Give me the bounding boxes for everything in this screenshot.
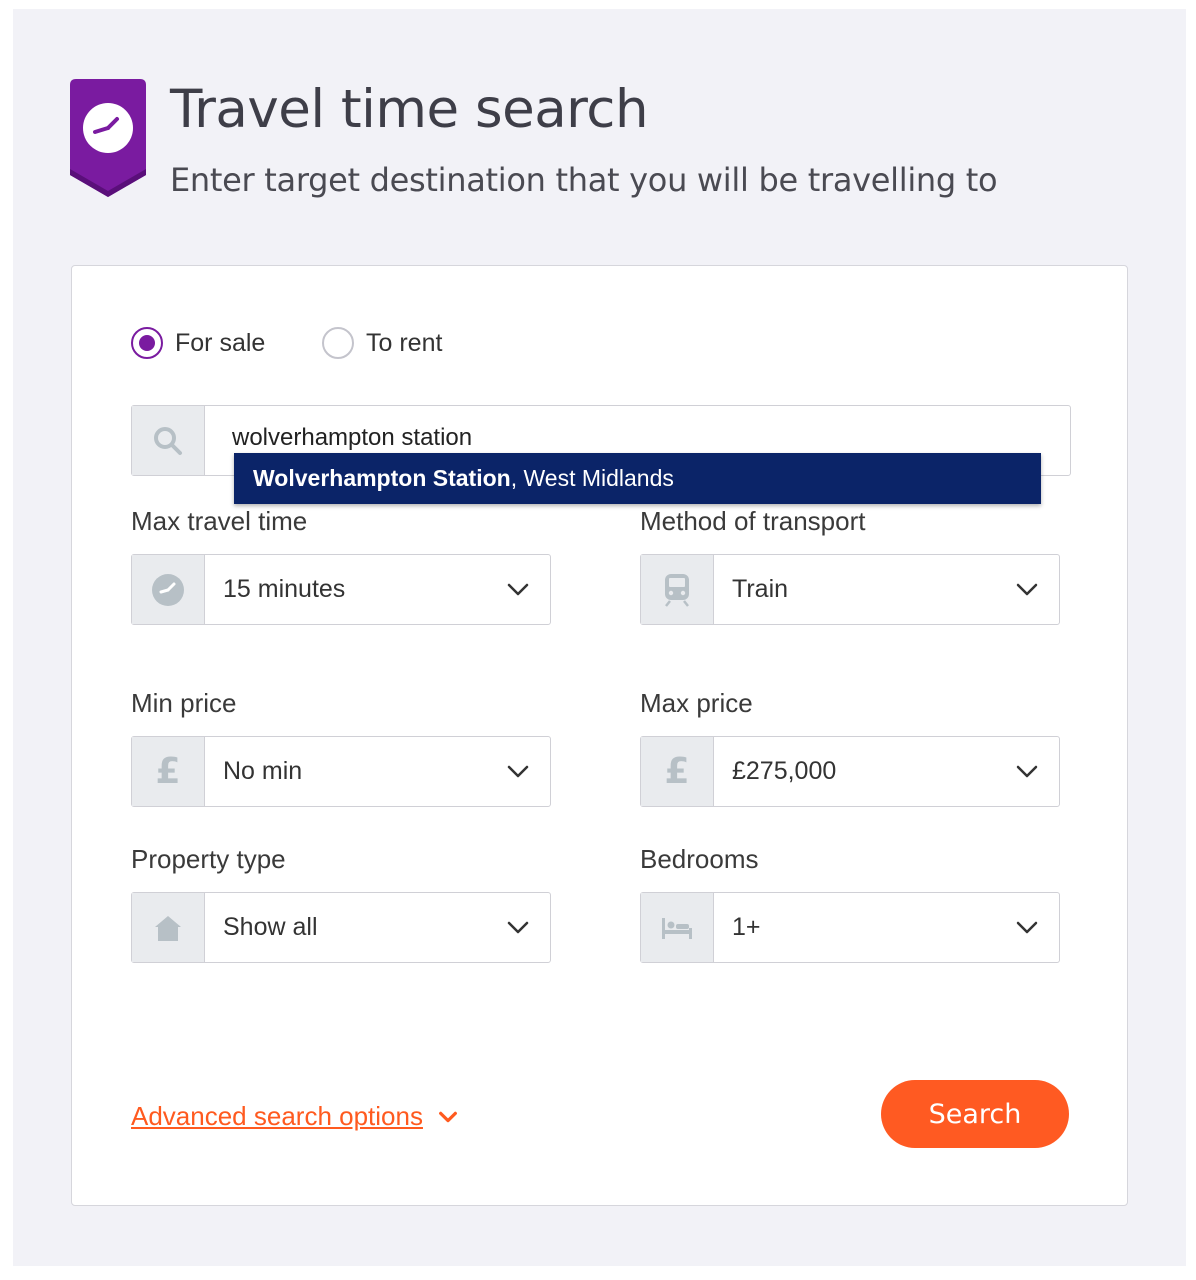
property-type-value: Show all bbox=[223, 913, 318, 941]
radio-to-rent-label: To rent bbox=[366, 328, 443, 357]
max-travel-time-value: 15 minutes bbox=[223, 575, 346, 603]
max-price-value: £275,000 bbox=[732, 757, 837, 785]
search-addon bbox=[132, 406, 205, 475]
house-icon bbox=[155, 915, 181, 941]
advanced-search-options-label: Advanced search options bbox=[131, 1101, 423, 1131]
max-price-label: Max price bbox=[640, 688, 753, 718]
chevron-down-icon bbox=[439, 1111, 457, 1122]
bedrooms-value: 1+ bbox=[732, 913, 761, 941]
pound-icon: £ bbox=[155, 751, 181, 792]
radio-for-sale-label: For sale bbox=[175, 328, 266, 357]
select-addon: £ bbox=[132, 737, 205, 806]
suggestion-secondary-text: , West Midlands bbox=[510, 465, 674, 491]
min-price-label: Min price bbox=[131, 688, 237, 718]
travel-time-logo-icon bbox=[70, 79, 146, 197]
min-price-select[interactable]: £ No min bbox=[131, 736, 551, 807]
method-of-transport-label: Method of transport bbox=[640, 506, 866, 536]
select-addon bbox=[132, 555, 205, 624]
min-price-value: No min bbox=[223, 757, 303, 785]
pound-icon: £ bbox=[664, 751, 690, 792]
chevron-down-icon bbox=[1016, 921, 1038, 934]
chevron-down-icon bbox=[1016, 765, 1038, 778]
select-addon bbox=[641, 555, 714, 624]
suggestion-primary-text: Wolverhampton Station bbox=[253, 465, 511, 491]
method-of-transport-value: Train bbox=[732, 575, 789, 603]
radio-to-rent[interactable]: To rent bbox=[322, 326, 442, 360]
page-title: Travel time search bbox=[170, 79, 649, 140]
chevron-down-icon bbox=[507, 765, 529, 778]
max-travel-time-label: Max travel time bbox=[131, 506, 308, 536]
advanced-search-options-link[interactable]: Advanced search options bbox=[131, 1101, 459, 1132]
method-of-transport-select[interactable]: Train bbox=[640, 554, 1060, 625]
max-price-select[interactable]: £ £275,000 bbox=[640, 736, 1060, 807]
radio-unchecked-icon bbox=[322, 327, 354, 359]
chevron-down-icon bbox=[1016, 583, 1038, 596]
select-addon: £ bbox=[641, 737, 714, 806]
page-subtitle: Enter target destination that you will b… bbox=[170, 161, 998, 199]
search-icon bbox=[154, 426, 182, 455]
bedrooms-select[interactable]: 1+ bbox=[640, 892, 1060, 963]
chevron-down-icon bbox=[507, 583, 529, 596]
select-addon bbox=[132, 893, 205, 962]
property-type-label: Property type bbox=[131, 844, 286, 874]
max-travel-time-select[interactable]: 15 minutes bbox=[131, 554, 551, 625]
search-button[interactable]: Search bbox=[881, 1080, 1069, 1148]
bed-icon bbox=[662, 917, 692, 939]
train-icon bbox=[665, 573, 689, 607]
radio-for-sale[interactable]: For sale bbox=[131, 326, 265, 360]
property-type-select[interactable]: Show all bbox=[131, 892, 551, 963]
clock-icon bbox=[152, 573, 184, 606]
bedrooms-label: Bedrooms bbox=[640, 844, 759, 874]
select-addon bbox=[641, 893, 714, 962]
chevron-down-icon bbox=[507, 921, 529, 934]
page-background: Travel time search Enter target destinat… bbox=[13, 9, 1186, 1266]
destination-search-input[interactable] bbox=[232, 424, 1032, 452]
search-form-card: For sale To rent Wolverhampton Station, … bbox=[71, 265, 1128, 1206]
radio-checked-icon bbox=[131, 327, 163, 359]
autocomplete-suggestion[interactable]: Wolverhampton Station, West Midlands bbox=[234, 453, 1041, 504]
